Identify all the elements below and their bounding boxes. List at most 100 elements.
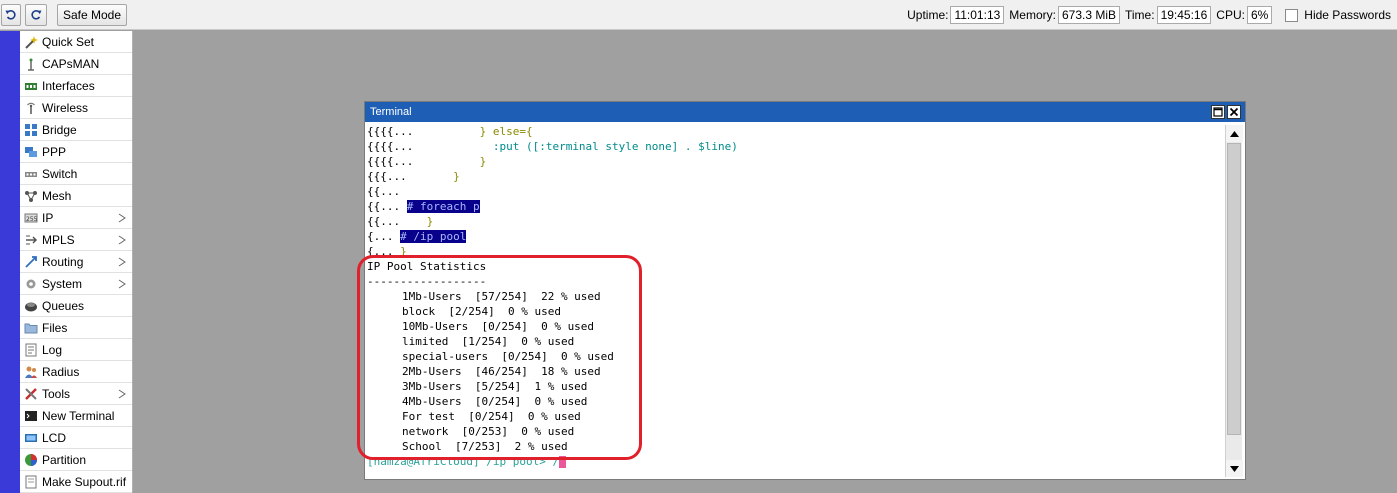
sidebar-item-new-terminal[interactable]: New Terminal [20,405,132,427]
sidebar-item-queues[interactable]: Queues [20,295,132,317]
sidebar-item-system[interactable]: System [20,273,132,295]
continuation-prompt: {... [367,245,401,258]
pool-stat-text: 4Mb-Users [0/254] 0 % used [402,395,588,408]
submenu-arrow-icon [118,212,126,223]
pool-stat-text: 1Mb-Users [57/254] 22 % used [402,290,601,303]
mesh-icon [23,189,39,203]
pool-stat-row: 2Mb-Users [46/254] 18 % used [402,364,601,379]
top-toolbar: Safe Mode Uptime: 11:01:13 Memory: 673.3… [0,0,1397,30]
sidebar-item-label: Make Supout.rif [42,474,127,489]
time-value: 19:45:16 [1156,6,1212,24]
continuation-prompt: {{{... [367,170,454,183]
sidebar-item-ppp[interactable]: PPP [20,141,132,163]
maximize-icon [1213,107,1223,117]
sidebar-item-label: PPP [42,144,67,159]
sidebar-item-label: Wireless [42,100,89,115]
undo-button[interactable] [1,4,21,26]
script-code: } [479,155,487,168]
redo-button[interactable] [25,4,47,26]
sidebar-item-label: Quick Set [42,34,95,49]
script-code: } [453,170,460,183]
terminal-script-line: {{{{... } [367,154,486,169]
pool-stat-text: 10Mb-Users [0/254] 0 % used [402,320,595,333]
terminal-icon [23,409,39,423]
sidebar-item-label: Radius [42,364,80,379]
safe-mode-button[interactable]: Safe Mode [57,4,127,26]
lcd-icon [23,431,39,445]
hide-passwords-checkbox[interactable] [1285,8,1299,22]
continuation-prompt: {{{{... [367,140,493,153]
scroll-up-arrow[interactable] [1226,125,1243,142]
pool-stat-row: block [2/254] 0 % used [402,304,561,319]
sidebar-item-log[interactable]: Log [20,339,132,361]
script-code: # /ip pool [400,230,467,243]
sidebar-item-tools[interactable]: Tools [20,383,132,405]
sidebar-item-make-supout-rif[interactable]: Make Supout.rif [20,471,132,493]
log-icon [23,343,39,357]
sidebar-item-label: IP [42,210,54,225]
pool-stats-title-text: IP Pool Statistics [367,260,487,273]
sidebar-item-lcd[interactable]: LCD [20,427,132,449]
sidebar-item-label: Mesh [42,188,72,203]
wand-icon [23,35,39,49]
pie-icon [23,453,39,467]
sidebar-item-mpls[interactable]: MPLS [20,229,132,251]
winbox-vertical-strip [0,31,20,493]
submenu-arrow-icon [118,278,126,289]
terminal-scrollbar[interactable] [1225,125,1243,477]
script-code: # foreach p [406,200,480,213]
pool-stat-row: 3Mb-Users [5/254] 1 % used [402,379,587,394]
sidebar-item-label: Routing [42,254,84,269]
sidebar-item-ip[interactable]: 255 IP [20,207,132,229]
sidebar-item-partition[interactable]: Partition [20,449,132,471]
scroll-thumb[interactable] [1227,143,1241,435]
sidebar-item-capsman[interactable]: CAPsMAN [20,53,132,75]
gear-icon [23,277,39,291]
script-code: } [426,215,434,228]
pool-stat-row: special-users [0/254] 0 % used [402,349,614,364]
terminal-script-line: {{... } [367,214,433,229]
terminal-titlebar[interactable]: Terminal [365,102,1245,122]
sidebar-item-wireless[interactable]: Wireless [20,97,132,119]
separator-text: ------------------ [367,275,487,288]
pool-stat-row: 1Mb-Users [57/254] 22 % used [402,289,601,304]
sidebar-item-switch[interactable]: Switch [20,163,132,185]
terminal-prompt-line[interactable]: [hamza@AfriCloud] /ip pool> / [367,454,567,469]
terminal-script-line: {... # /ip pool [367,229,467,244]
pool-stat-text: For test [0/254] 0 % used [402,410,581,423]
terminal-script-line: {{... [367,184,400,199]
hide-passwords-label[interactable]: Hide Passwords [1304,8,1391,22]
sidebar-menu: Quick Set CAPsMAN Interfaces Wireless Bridge… [20,31,133,493]
script-code: } else={ [479,125,533,138]
close-button[interactable] [1227,105,1241,119]
sidebar-item-bridge[interactable]: Bridge [20,119,132,141]
script-code: } [400,245,407,258]
close-icon [1229,107,1239,117]
sidebar-item-quick-set[interactable]: Quick Set [20,31,132,53]
pool-stats-title: IP Pool Statistics [367,259,486,274]
submenu-arrow-icon [118,234,126,245]
document-icon [23,475,39,489]
scroll-down-arrow[interactable] [1226,460,1243,477]
pool-stat-row: For test [0/254] 0 % used [402,409,581,424]
time-label: Time: [1125,8,1155,22]
interfaces-icon [23,79,39,93]
script-code: :put ([:terminal style none] . $line) [492,140,738,153]
switch-icon [23,167,39,181]
sidebar-item-routing[interactable]: Routing [20,251,132,273]
folder-icon [23,321,39,335]
queues-icon [23,299,39,313]
sidebar-item-radius[interactable]: Radius [20,361,132,383]
continuation-prompt: {{... [367,215,427,228]
sidebar-item-label: Bridge [42,122,77,137]
sidebar-item-label: Switch [42,166,78,181]
pool-stat-text: 2Mb-Users [46/254] 18 % used [402,365,601,378]
sidebar-item-mesh[interactable]: Mesh [20,185,132,207]
sidebar-item-files[interactable]: Files [20,317,132,339]
routing-icon [23,255,39,269]
continuation-prompt: {{... [367,185,401,198]
maximize-button[interactable] [1211,105,1225,119]
sidebar-item-interfaces[interactable]: Interfaces [20,75,132,97]
sidebar-item-label: Log [42,342,63,357]
terminal-output[interactable]: {{{{... } else={{{{{... :put ([:terminal… [367,124,1222,474]
